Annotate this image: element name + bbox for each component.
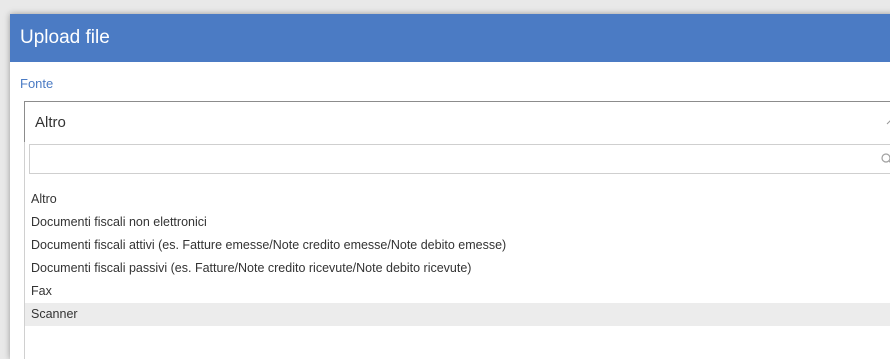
fonte-dropdown: Altro Documenti fiscali non elettronici Do…: [24, 142, 890, 359]
upload-dialog: Upload file Fonte Altro Altro Documenti f…: [10, 14, 890, 359]
search-icon: [881, 153, 890, 163]
fonte-options-list: Altro Documenti fiscali non elettronici Do…: [25, 188, 890, 326]
fonte-option[interactable]: Documenti fiscali attivi (es. Fatture em…: [25, 234, 890, 257]
fonte-option[interactable]: Scanner: [25, 303, 890, 326]
fonte-label: Fonte: [20, 76, 54, 91]
dropdown-search-input[interactable]: [30, 145, 886, 173]
dialog-title: Upload file: [10, 14, 890, 62]
fonte-option[interactable]: Documenti fiscali passivi (es. Fatture/N…: [25, 257, 890, 280]
chevron-up-icon: [886, 120, 890, 125]
fonte-option[interactable]: Fax: [25, 280, 890, 303]
fonte-option[interactable]: Altro: [25, 188, 890, 211]
fonte-selected-value: Altro: [35, 114, 66, 131]
fonte-option[interactable]: Documenti fiscali non elettronici: [25, 211, 890, 234]
dropdown-search: [29, 144, 890, 174]
fonte-select[interactable]: Altro: [24, 101, 890, 143]
